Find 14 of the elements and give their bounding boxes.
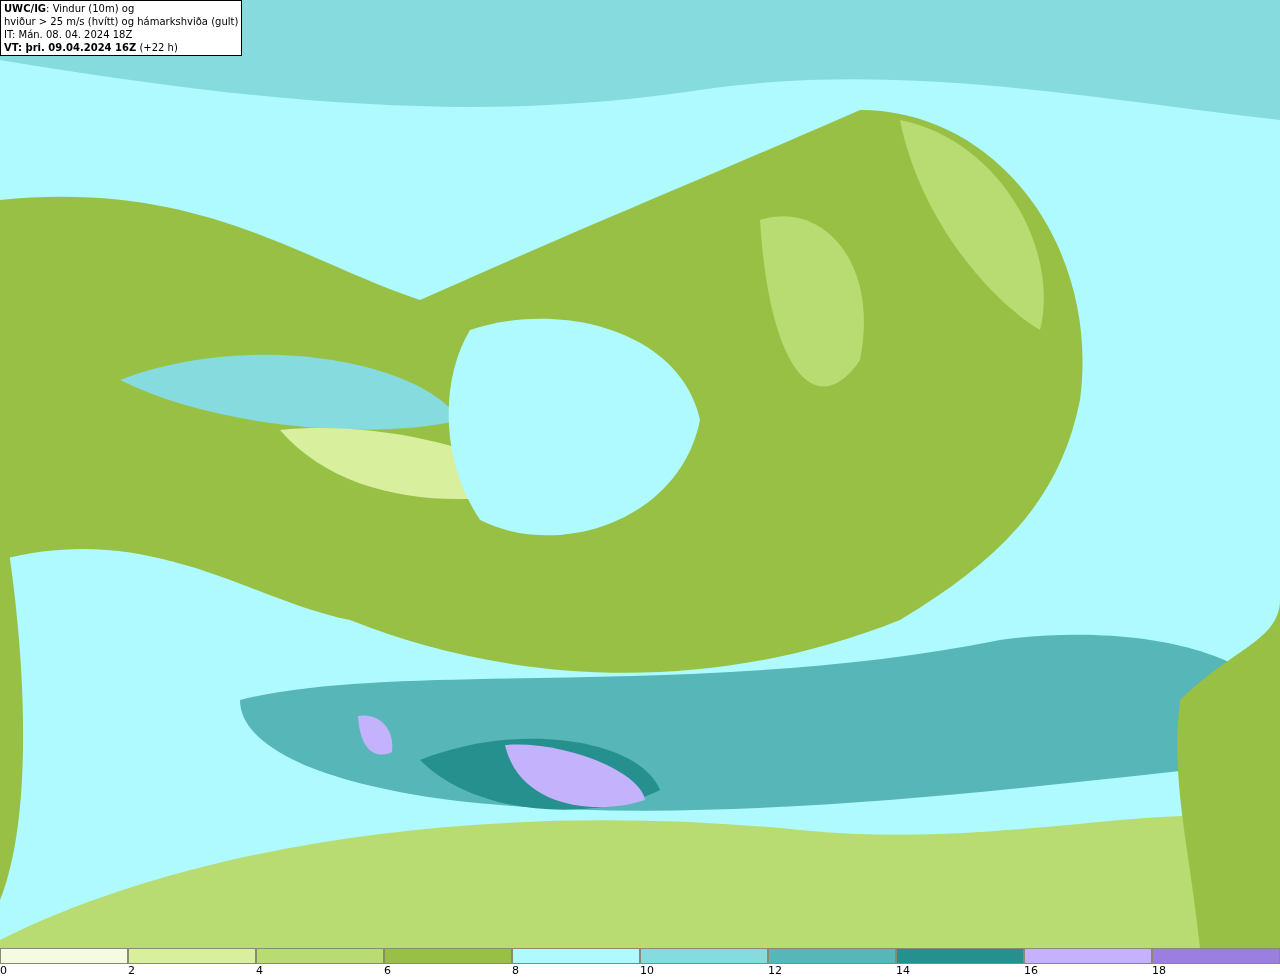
colorbar-tick-label: 10	[640, 964, 654, 978]
colorbar-tick-label: 14	[896, 964, 910, 978]
colorbar-tick-label: 12	[768, 964, 782, 978]
colorbar-tick-label: 0	[0, 964, 7, 978]
caption-line: hviður > 25 m/s (hvítt) og hámarkshviða (gult)	[4, 15, 239, 28]
colorbar-tick-label: 18	[1152, 964, 1166, 978]
colorbar-tick-label: 16	[1024, 964, 1038, 978]
colorbar-tick-label: 8	[512, 964, 519, 978]
colorbar-tick-label: 4	[256, 964, 263, 978]
caption-line: IT: Mán. 08. 04. 2024 18Z	[4, 28, 134, 41]
colorbar-tick-label: 6	[384, 964, 391, 978]
caption-line: VT: þri. 09.04.2024 16Z (+22 h)	[4, 41, 179, 54]
caption-line: UWC/IG: Vindur (10m) og	[4, 2, 136, 15]
colorbar-tick-label: 2	[128, 964, 135, 978]
